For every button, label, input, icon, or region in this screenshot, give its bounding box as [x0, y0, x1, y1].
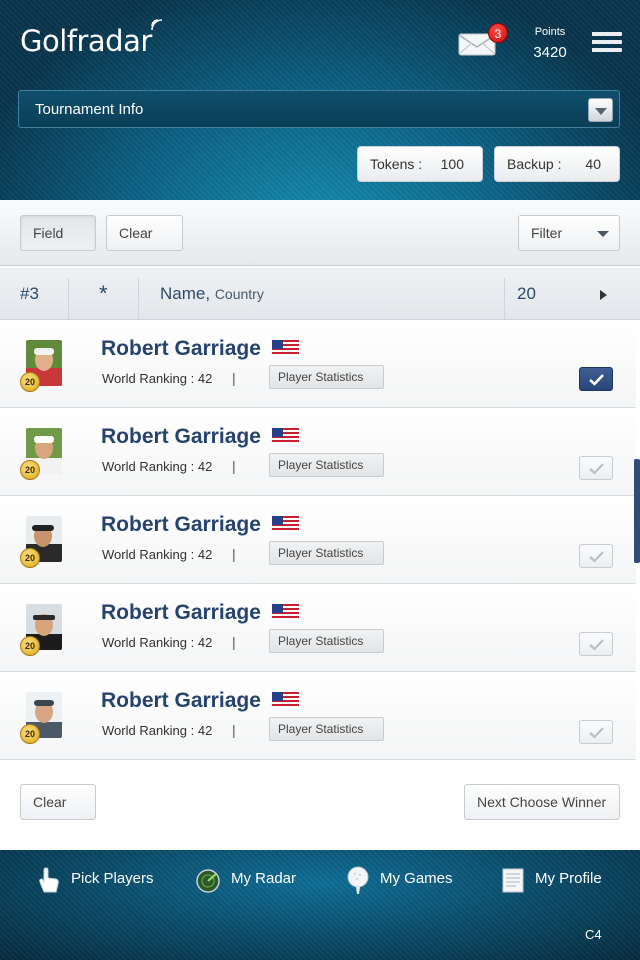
player-list: 20 Robert Garriage World Ranking : 42 | … [0, 320, 636, 760]
hand-pointer-icon [36, 866, 62, 894]
filter-bar: Field Clear Filter [0, 200, 640, 266]
player-row[interactable]: 20 Robert Garriage World Ranking : 42 | … [0, 672, 636, 760]
points-badge: 20 [20, 548, 40, 568]
column-divider [138, 278, 139, 320]
top-bar: Golfradar 3 Points 3420 [0, 0, 640, 84]
tokens-label: Tokens : [370, 156, 423, 172]
checkmark-icon [589, 727, 604, 739]
separator: | [232, 546, 236, 562]
world-ranking: World Ranking : 42 [102, 723, 213, 738]
world-ranking: World Ranking : 42 [102, 459, 213, 474]
profile-card-icon [500, 866, 526, 894]
checkmark-icon [589, 463, 604, 475]
tournament-dropdown-label: Tournament Info [35, 101, 144, 118]
separator: | [232, 722, 236, 738]
scrollbar[interactable] [634, 459, 640, 563]
player-name[interactable]: Robert Garriage [101, 425, 261, 449]
world-ranking: World Ranking : 42 [102, 547, 213, 562]
checkmark-icon [589, 639, 604, 651]
clear-selection-button[interactable]: Clear [20, 784, 96, 820]
world-ranking: World Ranking : 42 [102, 635, 213, 650]
backup-box: Backup : 40 [494, 146, 620, 182]
player-row[interactable]: 20 Robert Garriage World Ranking : 42 | … [0, 584, 636, 672]
us-flag-icon [272, 516, 299, 532]
name-column-header[interactable]: Name, Country [160, 268, 264, 320]
player-statistics-button[interactable]: Player Statistics [269, 365, 384, 389]
app-header: Golfradar 3 Points 3420 Tournament Info [0, 0, 640, 200]
points-label: Points [534, 26, 566, 38]
points-value: 3420 [533, 44, 567, 61]
backup-value: 40 [585, 156, 601, 172]
player-count: 20 [517, 284, 536, 303]
points-badge: 20 [20, 372, 40, 392]
tokens-value: 100 [440, 156, 464, 172]
select-checkbox[interactable] [579, 632, 613, 656]
country-header-label: Country [214, 286, 264, 302]
points-badge: 20 [20, 724, 40, 744]
separator: | [232, 634, 236, 650]
column-divider [68, 278, 69, 320]
rank-column-header[interactable]: #3 [20, 268, 39, 320]
backup-label: Backup : [507, 156, 562, 172]
golf-ball-icon [345, 866, 371, 894]
nav-my-radar-label: My Radar [231, 870, 297, 887]
player-row[interactable]: 20 Robert Garriage World Ranking : 42 | … [0, 408, 636, 496]
menu-line [592, 48, 622, 52]
star-column-header[interactable]: * [99, 268, 108, 320]
menu-line [592, 40, 622, 44]
select-checkbox[interactable] [579, 456, 613, 480]
player-row[interactable]: 20 Robert Garriage World Ranking : 42 | … [0, 496, 636, 584]
filter-label: Filter [531, 225, 563, 241]
filter-dropdown[interactable]: Filter [518, 215, 620, 251]
select-checkbox[interactable] [579, 367, 613, 391]
mail-count-badge: 3 [488, 23, 508, 43]
us-flag-icon [272, 604, 299, 620]
bottom-nav: Pick Players My Radar My Games My Profil… [0, 850, 640, 960]
select-checkbox[interactable] [579, 544, 613, 568]
select-checkbox[interactable] [579, 720, 613, 744]
player-statistics-button[interactable]: Player Statistics [269, 717, 384, 741]
field-button[interactable]: Field [20, 215, 96, 251]
chevron-down-icon [597, 231, 609, 237]
menu-icon[interactable] [592, 32, 622, 56]
player-statistics-button[interactable]: Player Statistics [269, 629, 384, 653]
checkmark-icon [589, 551, 604, 563]
signal-icon [150, 19, 162, 31]
player-statistics-button[interactable]: Player Statistics [269, 541, 384, 565]
menu-line [592, 32, 622, 36]
separator: | [232, 458, 236, 474]
tokens-box: Tokens : 100 [357, 146, 483, 182]
nav-pick-players-label: Pick Players [71, 870, 154, 887]
points-badge: 20 [20, 460, 40, 480]
tournament-dropdown[interactable]: Tournament Info [18, 90, 620, 128]
player-name[interactable]: Robert Garriage [101, 513, 261, 537]
us-flag-icon [272, 692, 299, 708]
player-name[interactable]: Robert Garriage [101, 689, 261, 713]
checkmark-icon [589, 374, 604, 386]
nav-my-profile-label: My Profile [535, 870, 602, 887]
player-statistics-button[interactable]: Player Statistics [269, 453, 384, 477]
next-choose-winner-button[interactable]: Next Choose Winner [464, 784, 620, 820]
screen-code: C4 [585, 927, 602, 942]
name-header-label: Name, [160, 284, 211, 303]
world-ranking: World Ranking : 42 [102, 371, 213, 386]
points-badge: 20 [20, 636, 40, 656]
player-name[interactable]: Robert Garriage [101, 337, 261, 361]
us-flag-icon [272, 340, 299, 356]
logo-text: Golfradar [20, 24, 152, 58]
clear-button[interactable]: Clear [106, 215, 183, 251]
radar-icon [196, 866, 222, 894]
chevron-down-icon [588, 98, 613, 122]
us-flag-icon [272, 428, 299, 444]
logo: Golfradar [20, 19, 162, 58]
table-header: #3 * Name, Country 20 [0, 268, 640, 320]
nav-my-games-label: My Games [380, 870, 453, 887]
column-divider [504, 278, 505, 320]
player-row[interactable]: 20 Robert Garriage World Ranking : 42 | … [0, 320, 636, 408]
next-arrow-icon[interactable] [600, 290, 607, 300]
player-name[interactable]: Robert Garriage [101, 601, 261, 625]
action-bar: Clear Next Choose Winner [0, 760, 640, 850]
separator: | [232, 370, 236, 386]
